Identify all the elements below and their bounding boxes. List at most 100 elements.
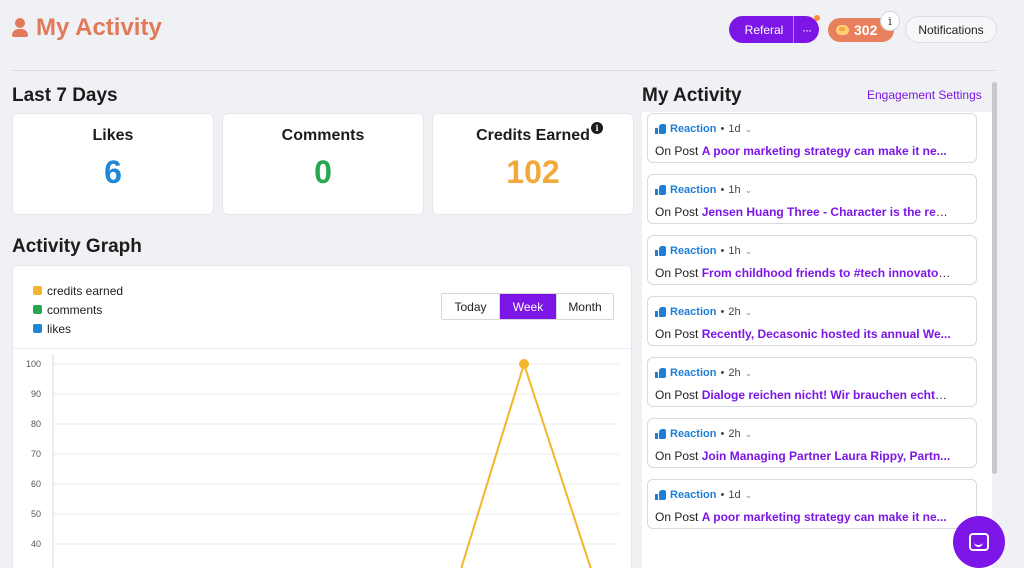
post-link[interactable]: Dialoge reichen nicht! Wir brauchen echt… (702, 388, 951, 402)
referral-label[interactable]: Referal (729, 16, 793, 43)
chevron-down-icon[interactable]: ⌄ (745, 185, 753, 196)
activity-item[interactable]: Reaction • 1h ⌄ On Post From childhood frien… (647, 235, 977, 285)
info-icon[interactable]: i (880, 11, 900, 31)
chevron-down-icon[interactable]: ⌄ (745, 307, 753, 318)
thumbs-up-icon (655, 429, 666, 439)
notifications-button[interactable]: Notifications (905, 16, 997, 43)
user-icon (12, 18, 28, 38)
activity-time-sep: • (720, 489, 725, 501)
referral-button[interactable]: Referal ··· (729, 15, 820, 43)
legend-item-credits[interactable]: credits earned (33, 281, 123, 300)
post-link[interactable]: Jensen Huang Three - Character is the re… (702, 205, 951, 219)
page-header: My Activity Referal ··· 302 i Notificati… (0, 0, 1024, 71)
post-link[interactable]: Join Managing Partner Laura Rippy, Partn… (702, 449, 950, 463)
chevron-down-icon[interactable]: ⌄ (745, 368, 753, 379)
activity-prefix: On Post (655, 510, 699, 524)
more-icon: ··· (802, 22, 812, 37)
activity-type: Reaction (670, 428, 717, 440)
activity-prefix: On Post (655, 388, 699, 402)
activity-meta: Reaction • 1d ⌄ (655, 123, 752, 135)
chat-icon (969, 533, 989, 551)
credits-label: Credits Earned (476, 127, 590, 144)
activity-time: 2h (728, 428, 741, 440)
chat-button[interactable] (953, 516, 1005, 568)
credits-info-icon[interactable]: i (591, 122, 603, 134)
likes-label: Likes (92, 127, 134, 144)
engagement-settings-link[interactable]: Engagement Settings (867, 88, 982, 102)
legend-swatch (33, 324, 42, 333)
coin-icon (836, 25, 849, 35)
activity-meta: Reaction • 1h ⌄ (655, 184, 752, 196)
activity-meta: Reaction • 1d ⌄ (655, 489, 752, 501)
tab-today[interactable]: Today (442, 294, 499, 319)
activity-item[interactable]: Reaction • 1d ⌄ On Post A poor marketing str… (647, 479, 977, 529)
activity-time-sep: • (720, 367, 725, 379)
y-tick-label: 80 (31, 419, 41, 429)
page-title-text: My Activity (36, 14, 162, 41)
activity-prefix: On Post (655, 266, 699, 280)
activity-item[interactable]: Reaction • 2h ⌄ On Post Join Managing Partne… (647, 418, 977, 468)
my-activity-title: My Activity (642, 85, 742, 106)
activity-feed: Reaction • 1d ⌄ On Post A poor marketing str… (642, 112, 992, 568)
activity-text: On Post A poor marketing strategy can ma… (655, 510, 951, 524)
comments-card: Comments 0 (222, 113, 424, 215)
activity-item[interactable]: Reaction • 1d ⌄ On Post A poor marketing str… (647, 113, 977, 163)
thumbs-up-icon (655, 124, 666, 134)
activity-prefix: On Post (655, 144, 699, 158)
thumbs-up-icon (655, 185, 666, 195)
activity-graph-title: Activity Graph (12, 236, 142, 257)
legend-item-likes[interactable]: likes (33, 319, 123, 338)
credits-count: 302 (854, 22, 878, 38)
activity-time: 1h (728, 184, 741, 196)
activity-type: Reaction (670, 123, 717, 135)
activity-meta: Reaction • 2h ⌄ (655, 428, 752, 440)
likes-value: 6 (104, 154, 122, 190)
activity-line-chart: 100 90 80 70 60 50 40 (26, 354, 619, 568)
activity-text: On Post Dialoge reichen nicht! Wir brauc… (655, 388, 951, 402)
tab-month[interactable]: Month (556, 294, 613, 319)
activity-time: 2h (728, 306, 741, 318)
post-link[interactable]: From childhood friends to #tech innovato… (702, 266, 951, 280)
post-link[interactable]: A poor marketing strategy can make it ne… (702, 144, 947, 158)
y-tick-label: 100 (26, 359, 41, 369)
activity-prefix: On Post (655, 449, 699, 463)
y-tick-label: 40 (31, 539, 41, 549)
activity-time-sep: • (720, 245, 725, 257)
activity-type: Reaction (670, 306, 717, 318)
credits-value: 102 (506, 154, 560, 190)
activity-item[interactable]: Reaction • 2h ⌄ On Post Recently, Decasonic … (647, 296, 977, 346)
activity-type: Reaction (670, 245, 717, 257)
post-link[interactable]: Recently, Decasonic hosted its annual We… (702, 327, 951, 341)
credits-earned-point[interactable] (519, 359, 529, 369)
activity-type: Reaction (670, 367, 717, 379)
activity-time-sep: • (720, 123, 725, 135)
activity-text: On Post Jensen Huang Three - Character i… (655, 205, 951, 219)
legend-label: credits earned (47, 283, 124, 298)
referral-more-button[interactable]: ··· (793, 15, 820, 43)
y-tick-label: 90 (31, 389, 41, 399)
likes-card: Likes 6 (12, 113, 214, 215)
activity-text: On Post Join Managing Partner Laura Ripp… (655, 449, 951, 463)
feed-scrollbar[interactable] (992, 82, 997, 474)
activity-time-sep: • (720, 306, 725, 318)
y-tick-label: 70 (31, 449, 41, 459)
chevron-down-icon[interactable]: ⌄ (745, 429, 753, 440)
post-link[interactable]: A poor marketing strategy can make it ne… (702, 510, 947, 524)
activity-meta: Reaction • 2h ⌄ (655, 367, 752, 379)
activity-type: Reaction (670, 489, 717, 501)
activity-text: On Post Recently, Decasonic hosted its a… (655, 327, 951, 341)
activity-item[interactable]: Reaction • 1h ⌄ On Post Jensen Huang Three -… (647, 174, 977, 224)
credits-card: Credits Earned i 102 (432, 113, 634, 215)
tab-week[interactable]: Week (499, 294, 556, 319)
page-title: My Activity (12, 14, 162, 42)
activity-type: Reaction (670, 184, 717, 196)
activity-time-sep: • (720, 184, 725, 196)
chevron-down-icon[interactable]: ⌄ (745, 246, 753, 257)
legend-item-comments[interactable]: comments (33, 300, 123, 319)
legend-label: likes (47, 321, 72, 336)
chevron-down-icon[interactable]: ⌄ (745, 490, 753, 501)
activity-item[interactable]: Reaction • 2h ⌄ On Post Dialoge reichen nich… (647, 357, 977, 407)
legend-swatch (33, 305, 42, 314)
legend-label: comments (47, 302, 103, 317)
chevron-down-icon[interactable]: ⌄ (745, 124, 753, 135)
